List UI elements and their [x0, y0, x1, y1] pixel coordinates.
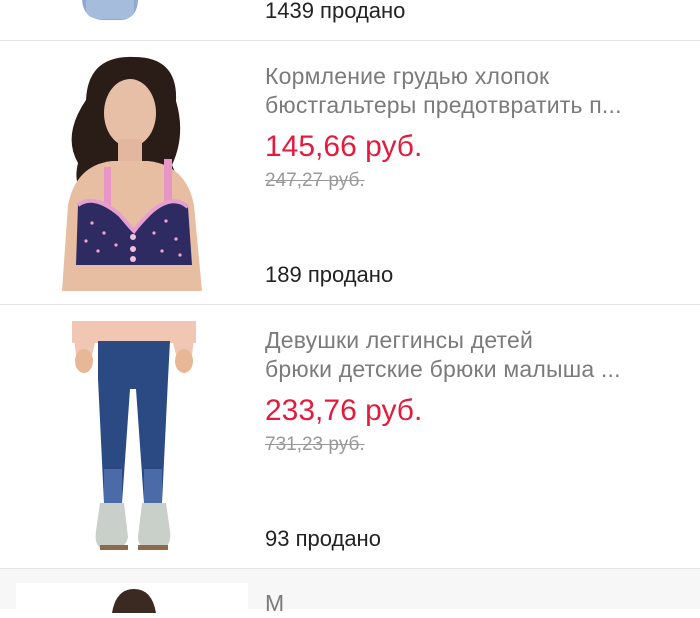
product-old-price: 731,23 руб.: [265, 434, 365, 455]
product-title-line: Девушки леггинсы детей: [265, 327, 534, 353]
product-card[interactable]: Девушки леггинсы детей брюки детские брю…: [0, 304, 700, 569]
product-image[interactable]: [16, 583, 248, 613]
product-info: Девушки леггинсы детей брюки детские брю…: [265, 326, 670, 457]
product-card[interactable]: 1439 продано: [0, 0, 700, 41]
product-title[interactable]: Девушки леггинсы детей брюки детские брю…: [265, 326, 670, 384]
product-image[interactable]: [16, 319, 248, 555]
sold-count: 1439 продано: [265, 0, 406, 23]
product-title-line: Кормление грудью хлопок: [265, 63, 550, 89]
product-photo-icon: [16, 583, 248, 613]
product-photo-icon: [16, 0, 248, 20]
product-title-line: М: [265, 590, 285, 616]
nursing-bra-photo-icon: [16, 55, 248, 291]
product-price: 145,66 руб.: [265, 130, 423, 163]
product-title[interactable]: М: [265, 589, 670, 618]
product-image[interactable]: [16, 55, 248, 291]
kids-leggings-photo-icon: [16, 319, 248, 555]
sold-count: 189 продано: [265, 262, 394, 287]
product-old-price: 247,27 руб.: [265, 170, 365, 191]
product-info: Кормление грудью хлопок бюстгальтеры пре…: [265, 62, 670, 193]
product-title[interactable]: Кормление грудью хлопок бюстгальтеры пре…: [265, 62, 670, 120]
product-image[interactable]: [16, 0, 248, 20]
product-title-line: брюки детские брюки малыша ...: [265, 356, 621, 382]
product-title-line: бюстгальтеры предотвратить п...: [265, 92, 622, 118]
product-info: М: [265, 589, 670, 618]
product-price: 233,76 руб.: [265, 394, 423, 427]
product-list: 1439 продано Кормление грудью хлопок бюс…: [0, 0, 700, 616]
product-card[interactable]: М: [0, 568, 700, 616]
sold-count: 93 продано: [265, 526, 381, 551]
product-card[interactable]: Кормление грудью хлопок бюстгальтеры пре…: [0, 40, 700, 305]
